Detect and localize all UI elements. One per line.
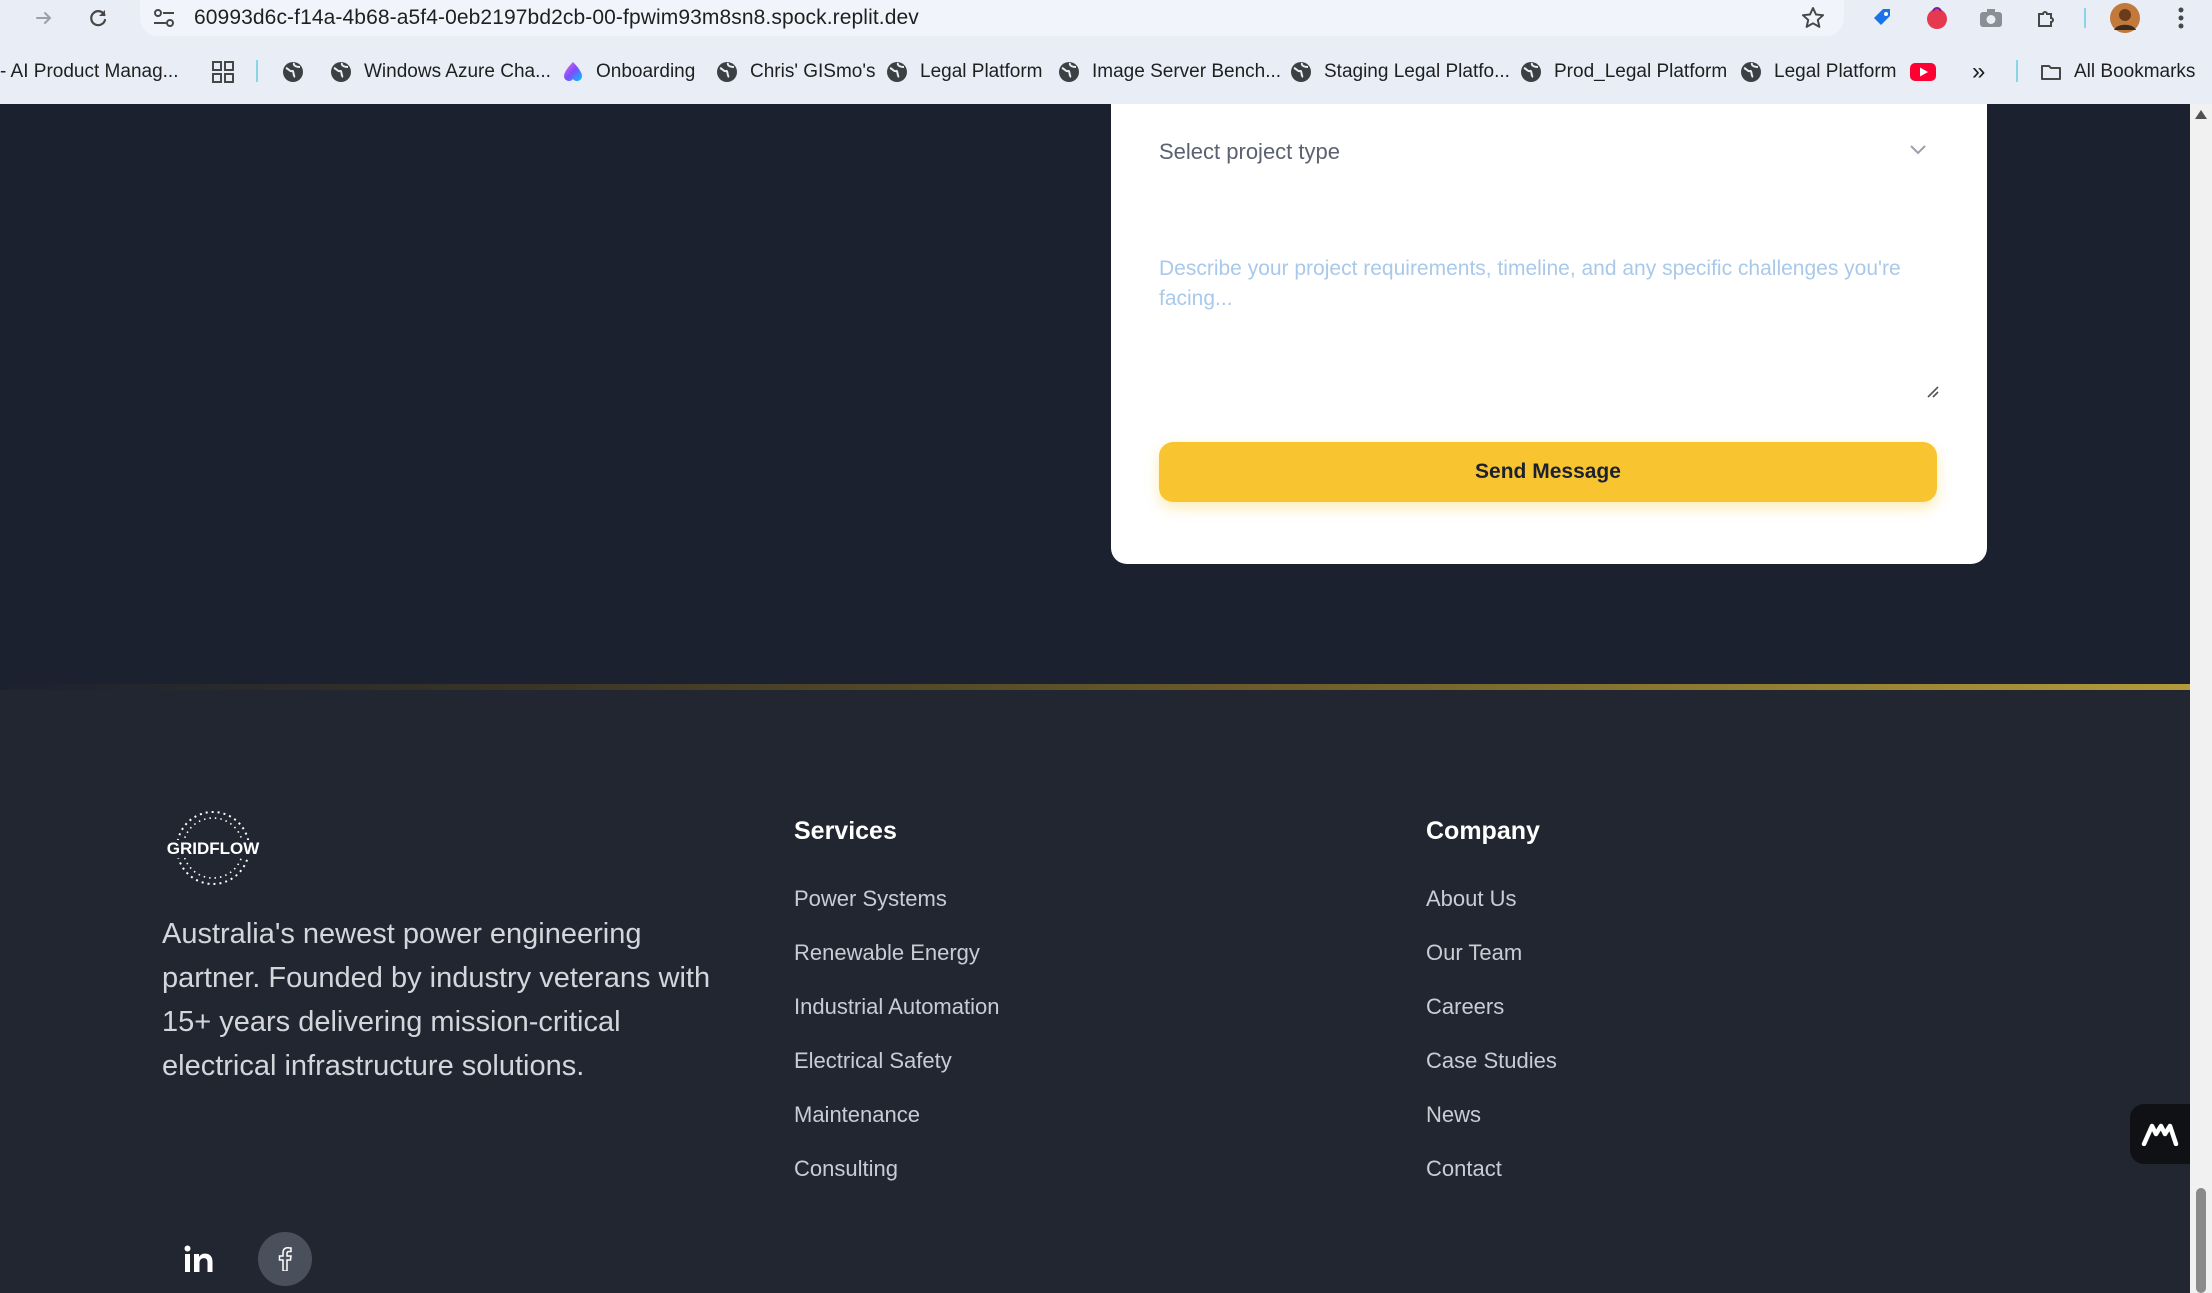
reload-button[interactable]: [82, 2, 114, 34]
chevron-down-icon: [1910, 145, 1926, 155]
bookmarks-bar: - AI Product Manag... Windows Azure Cha.…: [0, 52, 2212, 92]
footer-link[interactable]: News: [1426, 1098, 1557, 1152]
bookmark-label: Windows Azure Cha...: [364, 61, 551, 82]
bookmark-windows-azure[interactable]: Windows Azure Cha...: [330, 56, 551, 88]
resize-handle-icon[interactable]: [1925, 384, 1939, 398]
bookmark-image-server[interactable]: Image Server Bench...: [1058, 56, 1281, 88]
bookmark-prod-legal[interactable]: Prod_Legal Platform: [1520, 56, 1727, 88]
footer-link[interactable]: Power Systems: [794, 882, 999, 936]
bookmark-label: Chris' GISmo's: [750, 61, 876, 82]
linkedin-link[interactable]: [172, 1232, 226, 1286]
bookmark-label: Prod_Legal Platform: [1554, 61, 1728, 82]
globe-icon: [717, 62, 737, 82]
page-viewport: Select project type Send Message GRIDFLO…: [0, 104, 2190, 1293]
bookmark-label: Legal Platform: [1774, 61, 1897, 82]
avatar[interactable]: [2110, 3, 2140, 33]
globe-icon: [331, 62, 351, 82]
bookmark-youtube[interactable]: [1910, 56, 1936, 88]
gradient-logo-icon: [564, 62, 582, 81]
bookmark-apps[interactable]: [212, 56, 234, 88]
bookmark-divider: [256, 60, 258, 82]
bookmark-globe[interactable]: [282, 56, 316, 88]
footer-link[interactable]: Contact: [1426, 1152, 1557, 1206]
footer-link[interactable]: Maintenance: [794, 1098, 999, 1152]
extension-red-icon[interactable]: [1922, 3, 1952, 33]
footer-link[interactable]: Our Team: [1426, 936, 1557, 990]
site-footer: GRIDFLOW Australia's newest power engine…: [0, 690, 2190, 1293]
bookmark-label: Legal Platform: [920, 61, 1043, 82]
arrow-right-icon: [36, 12, 52, 24]
scroll-up-arrow-icon[interactable]: [2195, 110, 2207, 119]
facebook-link[interactable]: [258, 1232, 312, 1286]
globe-icon: [1291, 62, 1311, 82]
overflow-chevron-icon: »: [1972, 58, 1986, 85]
bookmark-staging-legal[interactable]: Staging Legal Platfo...: [1290, 56, 1510, 88]
globe-icon: [1521, 62, 1541, 82]
footer-about-text: Australia's newest power engineering par…: [162, 918, 711, 1082]
facebook-icon: [278, 1247, 292, 1271]
footer-link[interactable]: Consulting: [794, 1152, 999, 1206]
camera-icon[interactable]: [1976, 3, 2006, 33]
floating-widget-button[interactable]: [2130, 1104, 2190, 1164]
logo-wordmark: GRIDFLOW: [167, 839, 260, 858]
services-heading: Services: [794, 817, 897, 845]
gridflow-logo[interactable]: GRIDFLOW: [160, 808, 266, 888]
scrollbar-thumb[interactable]: [2196, 1188, 2206, 1293]
footer-link[interactable]: Careers: [1426, 990, 1557, 1044]
bookmark-divider: [2016, 60, 2018, 82]
folder-icon: [2041, 65, 2061, 80]
footer-link[interactable]: Industrial Automation: [794, 990, 999, 1044]
bookmark-ai-product[interactable]: - AI Product Manag...: [0, 56, 178, 88]
all-bookmarks-button[interactable]: All Bookmarks: [2040, 56, 2195, 88]
site-settings-icon[interactable]: [152, 7, 176, 29]
bookmark-onboarding[interactable]: Onboarding: [562, 56, 695, 88]
address-bar-row: 60993d6c-f14a-4b68-a5f4-0eb2197bd2cb-00-…: [0, 0, 2212, 36]
forward-button[interactable]: [28, 2, 60, 34]
bookmark-legal-platform-2[interactable]: Legal Platform: [1740, 56, 1897, 88]
globe-icon: [283, 62, 303, 82]
omnibox[interactable]: 60993d6c-f14a-4b68-a5f4-0eb2197bd2cb-00-…: [140, 0, 1844, 36]
toolbar-divider: [2084, 8, 2086, 28]
bookmarks-overflow-button[interactable]: »: [1972, 56, 1985, 88]
bookmark-star-icon[interactable]: [1800, 5, 1826, 31]
company-heading: Company: [1426, 817, 1540, 845]
page-scrollbar[interactable]: [2190, 104, 2212, 1293]
globe-icon: [1059, 62, 1079, 82]
footer-link[interactable]: Electrical Safety: [794, 1044, 999, 1098]
apps-grid-icon: [212, 61, 234, 83]
all-bookmarks-label: All Bookmarks: [2074, 61, 2196, 82]
bookmark-label: Staging Legal Platfo...: [1324, 61, 1510, 82]
services-links: Power Systems Renewable Energy Industria…: [794, 882, 999, 1206]
url-text[interactable]: 60993d6c-f14a-4b68-a5f4-0eb2197bd2cb-00-…: [194, 6, 919, 30]
footer-link[interactable]: Renewable Energy: [794, 936, 999, 990]
reload-icon: [90, 10, 107, 27]
bookmark-label: Image Server Bench...: [1092, 61, 1282, 82]
project-type-placeholder: Select project type: [1159, 139, 1340, 164]
project-description-textarea[interactable]: [1159, 254, 1939, 404]
globe-icon: [887, 62, 907, 82]
extension-tag-icon[interactable]: [1868, 3, 1898, 33]
footer-link[interactable]: Case Studies: [1426, 1044, 1557, 1098]
send-message-button[interactable]: Send Message: [1159, 442, 1937, 502]
linkedin-icon: [184, 1245, 213, 1272]
browser-chrome: 60993d6c-f14a-4b68-a5f4-0eb2197bd2cb-00-…: [0, 0, 2212, 104]
bookmark-label: Onboarding: [596, 61, 696, 82]
widget-logo-icon: [2141, 1123, 2179, 1146]
contact-form-card: Select project type Send Message: [1111, 104, 1987, 564]
more-menu-icon[interactable]: [2166, 3, 2196, 33]
bookmark-label: - AI Product Manag...: [0, 61, 179, 82]
bookmark-legal-platform[interactable]: Legal Platform: [886, 56, 1043, 88]
company-links: About Us Our Team Careers Case Studies N…: [1426, 882, 1557, 1206]
project-type-select[interactable]: Select project type: [1159, 122, 1939, 182]
extensions-puzzle-icon[interactable]: [2032, 3, 2062, 33]
bookmark-chris-gismos[interactable]: Chris' GISmo's: [716, 56, 876, 88]
footer-link[interactable]: About Us: [1426, 882, 1557, 936]
globe-icon: [1741, 62, 1761, 82]
youtube-icon: [1910, 63, 1936, 81]
